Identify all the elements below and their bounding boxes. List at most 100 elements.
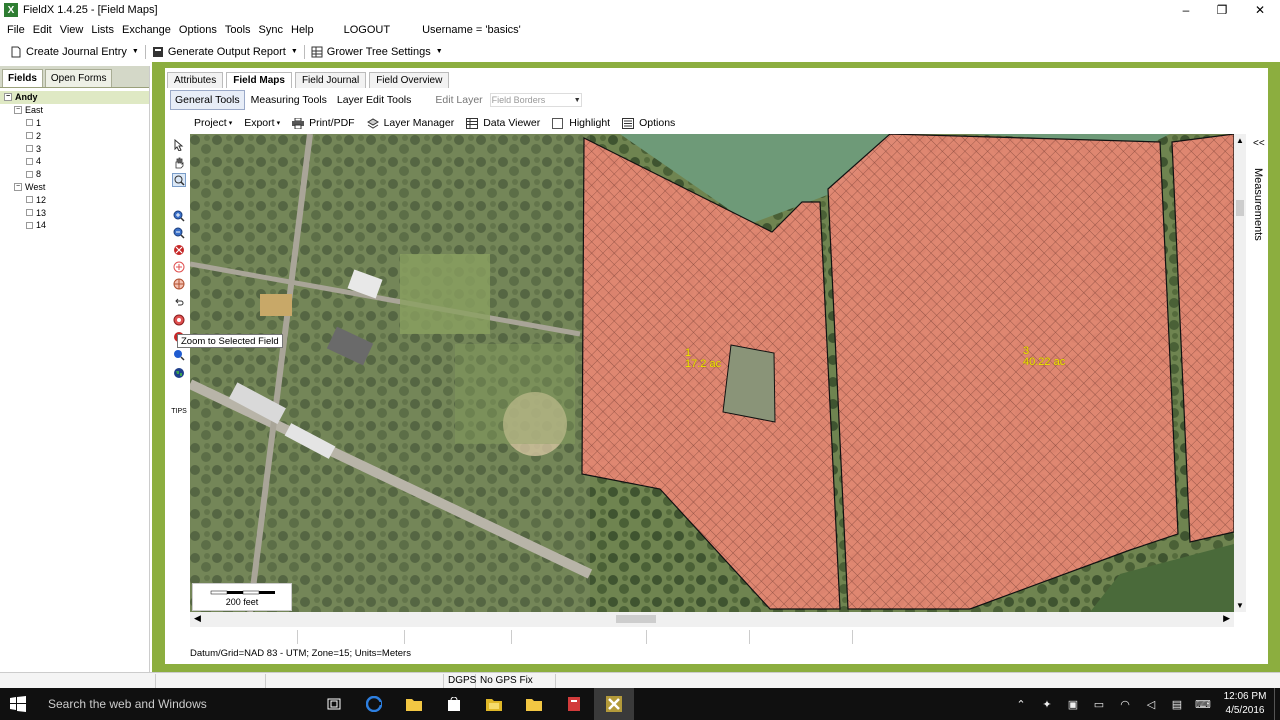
fieldx-taskbar-icon[interactable]: [594, 688, 634, 720]
gps-icon[interactable]: [172, 277, 186, 291]
options-button[interactable]: Options: [622, 117, 675, 129]
tree-node-farm-east[interactable]: − East: [0, 104, 149, 117]
globe-icon[interactable]: [172, 366, 186, 380]
menu-tools[interactable]: Tools: [221, 24, 255, 36]
menu-lists[interactable]: Lists: [87, 24, 118, 36]
edit-layer-select[interactable]: Field Borders ▼: [489, 93, 582, 107]
battery-icon[interactable]: ▭: [1086, 688, 1112, 720]
field-checkbox[interactable]: [26, 196, 33, 204]
tree-node-field[interactable]: 2: [0, 129, 149, 142]
zoom-out-icon[interactable]: [172, 226, 186, 240]
tab-layer-edit-tools[interactable]: Layer Edit Tools: [333, 91, 416, 109]
tab-fields[interactable]: Fields: [2, 69, 43, 87]
show-desktop-button[interactable]: [1274, 688, 1280, 720]
undo-icon[interactable]: [172, 295, 186, 309]
tree-node-field[interactable]: 14: [0, 219, 149, 232]
tree-node-grower[interactable]: − Andy: [0, 91, 149, 104]
tree-node-field[interactable]: 8: [0, 168, 149, 181]
logout-link[interactable]: LOGOUT: [340, 24, 394, 36]
dropdown-arrow-icon[interactable]: ▼: [132, 48, 139, 55]
keyboard-icon[interactable]: ⌨: [1190, 688, 1216, 720]
tab-field-journal[interactable]: Field Journal: [294, 72, 367, 88]
file-explorer-icon[interactable]: [394, 688, 434, 720]
wifi-icon[interactable]: ◠: [1112, 688, 1138, 720]
field-checkbox[interactable]: [26, 157, 33, 165]
task-view-icon[interactable]: [314, 688, 354, 720]
pointer-icon[interactable]: [172, 138, 186, 152]
volume-icon[interactable]: ◁: [1138, 688, 1164, 720]
measurements-tab-label[interactable]: Measurements: [1252, 168, 1264, 241]
zoom-selected-field-icon[interactable]: [172, 313, 186, 327]
tab-field-maps[interactable]: Field Maps: [226, 72, 292, 88]
pan-hand-icon[interactable]: [172, 156, 186, 170]
map-horizontal-scrollbar[interactable]: ◀ ▶: [190, 612, 1234, 627]
tree-node-field[interactable]: 1: [0, 117, 149, 130]
tips-button[interactable]: TIPS: [171, 404, 187, 418]
scroll-thumb[interactable]: [1236, 200, 1244, 216]
scroll-thumb[interactable]: [616, 615, 656, 623]
folder-app-icon-2[interactable]: [514, 688, 554, 720]
collapse-toggle-icon[interactable]: −: [14, 182, 22, 191]
tab-measuring-tools[interactable]: Measuring Tools: [247, 91, 331, 109]
tree-node-field[interactable]: 3: [0, 142, 149, 155]
map-canvas[interactable]: 1 17.2 ac 3 40.22 ac: [190, 134, 1234, 612]
menu-view[interactable]: View: [56, 24, 88, 36]
chevron-up-icon[interactable]: ⌃: [1008, 688, 1034, 720]
field-checkbox[interactable]: [26, 132, 33, 140]
tree-node-field[interactable]: 4: [0, 155, 149, 168]
scroll-up-icon[interactable]: ▲: [1236, 136, 1244, 145]
tab-open-forms[interactable]: Open Forms: [44, 69, 113, 87]
maximize-button[interactable]: ❐: [1204, 0, 1240, 20]
scroll-right-icon[interactable]: ▶: [1223, 613, 1230, 624]
pdf-app-icon[interactable]: [554, 688, 594, 720]
tab-general-tools[interactable]: General Tools: [170, 90, 245, 110]
store-icon[interactable]: [434, 688, 474, 720]
tray-app-icon-2[interactable]: ▣: [1060, 688, 1086, 720]
checkbox-icon[interactable]: [552, 117, 564, 129]
tray-app-icon[interactable]: ✦: [1034, 688, 1060, 720]
field-checkbox[interactable]: [26, 119, 33, 127]
collapse-toggle-icon[interactable]: −: [14, 106, 22, 115]
collapse-toggle-icon[interactable]: −: [4, 93, 12, 102]
map-vertical-scrollbar[interactable]: ▲ ▼: [1234, 134, 1246, 612]
menu-edit[interactable]: Edit: [29, 24, 56, 36]
measurements-panel[interactable]: << Measurements: [1250, 134, 1268, 612]
dropdown-arrow-icon[interactable]: ▼: [291, 48, 298, 55]
tree-node-field[interactable]: 13: [0, 206, 149, 219]
scroll-down-icon[interactable]: ▼: [1236, 601, 1244, 610]
clock[interactable]: 12:06 PM 4/5/2016: [1216, 690, 1274, 718]
zoom-extent-icon[interactable]: [172, 243, 186, 257]
taskbar-search[interactable]: Search the web and Windows: [36, 688, 312, 720]
start-button[interactable]: [0, 688, 36, 720]
highlight-toggle[interactable]: Highlight: [552, 117, 610, 129]
grower-tree-settings-button[interactable]: Grower Tree Settings ▼: [307, 46, 447, 58]
search-icon[interactable]: [172, 348, 186, 362]
project-menu[interactable]: Project ▾: [194, 117, 232, 129]
menu-sync[interactable]: Sync: [255, 24, 287, 36]
menu-help[interactable]: Help: [287, 24, 318, 36]
zoom-box-icon[interactable]: [172, 173, 186, 187]
scroll-left-icon[interactable]: ◀: [194, 613, 201, 624]
close-button[interactable]: ✕: [1242, 0, 1278, 20]
generate-output-report-button[interactable]: Generate Output Report ▼: [148, 46, 302, 58]
create-journal-entry-button[interactable]: Create Journal Entry ▼: [6, 46, 143, 58]
tab-field-overview[interactable]: Field Overview: [369, 72, 450, 88]
menu-exchange[interactable]: Exchange: [118, 24, 175, 36]
layer-manager-button[interactable]: Layer Manager: [366, 117, 454, 129]
data-viewer-button[interactable]: Data Viewer: [466, 117, 540, 129]
menu-options[interactable]: Options: [175, 24, 221, 36]
export-menu[interactable]: Export ▾: [244, 117, 280, 129]
field-checkbox[interactable]: [26, 145, 33, 153]
field-checkbox[interactable]: [26, 170, 33, 178]
action-center-icon[interactable]: ▤: [1164, 688, 1190, 720]
zoom-in-icon[interactable]: [172, 209, 186, 223]
dropdown-arrow-icon[interactable]: ▼: [436, 48, 443, 55]
add-point-icon[interactable]: [172, 260, 186, 274]
minimize-button[interactable]: –: [1168, 0, 1204, 20]
field-checkbox[interactable]: [26, 221, 33, 229]
edge-browser-icon[interactable]: [354, 688, 394, 720]
tab-attributes[interactable]: Attributes: [167, 72, 224, 88]
tree-node-field[interactable]: 12: [0, 193, 149, 206]
field-checkbox[interactable]: [26, 209, 33, 217]
tree-node-farm-west[interactable]: − West: [0, 181, 149, 194]
